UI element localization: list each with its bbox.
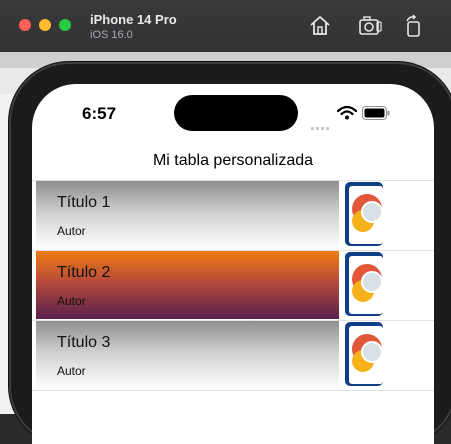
maximize-window-button[interactable] (59, 19, 71, 31)
table-row[interactable]: Título 2 Autor (32, 250, 434, 320)
status-time: 6:57 (82, 104, 117, 123)
signal-icon (311, 117, 331, 135)
iphone-screen: 6:57 Mi tabla personalizada Título 1 Aut… (32, 84, 434, 444)
cell-author: Autor (57, 294, 86, 308)
table-row[interactable]: Título 3 Autor (32, 320, 434, 390)
cell-background (36, 321, 339, 389)
simulator-titlebar: iPhone 14 Pro iOS 16.0 (0, 0, 451, 53)
nav-title: Mi tabla personalizada (152, 152, 314, 169)
cell-thumbnail (345, 322, 383, 386)
battery-icon (362, 106, 390, 125)
dynamic-island (174, 95, 298, 131)
cell-author: Autor (57, 224, 86, 238)
home-icon[interactable] (307, 13, 333, 39)
cell-thumbnail (345, 252, 383, 316)
cell-background (36, 251, 339, 319)
table-row[interactable]: Título 1 Autor (32, 180, 434, 250)
device-name: iPhone 14 Pro (90, 12, 177, 27)
wifi-icon (336, 105, 358, 126)
os-version: iOS 16.0 (90, 29, 133, 41)
cell-author: Autor (57, 364, 86, 378)
cell-title: Título 1 (57, 194, 111, 211)
rotate-icon[interactable] (401, 13, 427, 39)
cell-title: Título 2 (57, 264, 111, 281)
iphone-frame: 6:57 Mi tabla personalizada Título 1 Aut… (11, 64, 451, 444)
close-window-button[interactable] (19, 19, 31, 31)
cell-thumbnail (345, 182, 383, 246)
table-bottom-separator (32, 390, 434, 391)
minimize-window-button[interactable] (39, 19, 51, 31)
cell-title: Título 3 (57, 334, 111, 351)
cell-background (36, 181, 339, 249)
screenshot-icon[interactable] (357, 13, 383, 39)
